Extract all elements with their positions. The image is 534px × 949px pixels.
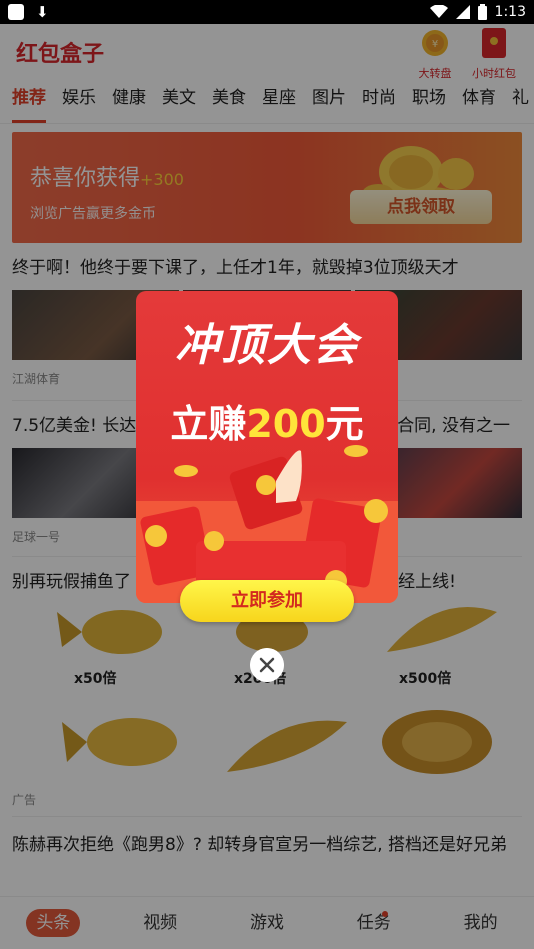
wifi-icon bbox=[429, 5, 448, 18]
clock: 1:13 bbox=[494, 4, 526, 20]
download-icon: ⬇ bbox=[36, 2, 49, 21]
status-bar: ⬇ 1:13 bbox=[0, 0, 534, 24]
signal-icon bbox=[455, 5, 470, 19]
red-envelopes-illustration bbox=[136, 445, 398, 603]
app-screen: ⬇ 1:13 红包盒子 ¥ 大转盘 小时红包 推荐 娱乐 健康 美文 美食 星座… bbox=[0, 0, 534, 949]
popup-earn-suffix: 元 bbox=[325, 402, 364, 446]
popup-earn-prefix: 立赚 bbox=[170, 402, 247, 446]
close-icon[interactable] bbox=[250, 648, 284, 682]
battery-icon bbox=[477, 4, 487, 20]
popup-headline: 冲顶大会 bbox=[175, 320, 359, 371]
popup-earn-amount: 200 bbox=[246, 402, 326, 446]
notification-icon bbox=[8, 4, 24, 20]
promo-popup[interactable]: 冲顶大会 立赚200元 bbox=[136, 291, 398, 603]
popup-earn-text: 立赚200元 bbox=[136, 393, 398, 448]
join-now-button[interactable]: 立即参加 bbox=[180, 580, 354, 622]
